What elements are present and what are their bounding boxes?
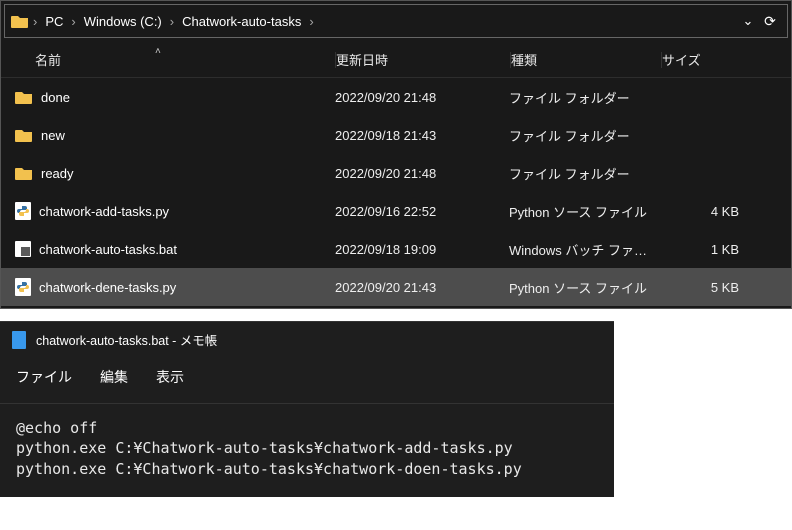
- file-date: 2022/09/20 21:43: [335, 280, 509, 295]
- file-row[interactable]: chatwork-auto-tasks.bat 2022/09/18 19:09W…: [1, 230, 791, 268]
- file-name: chatwork-dene-tasks.py: [39, 280, 176, 295]
- breadcrumb-drive[interactable]: Windows (C:): [80, 12, 166, 31]
- file-date: 2022/09/16 22:52: [335, 204, 509, 219]
- file-row[interactable]: chatwork-add-tasks.py 2022/09/16 22:52Pyt…: [1, 192, 791, 230]
- file-name: new: [41, 128, 65, 143]
- file-name: chatwork-auto-tasks.bat: [39, 242, 177, 257]
- menu-view[interactable]: 表示: [156, 367, 184, 387]
- menu-edit[interactable]: 編集: [100, 367, 128, 387]
- file-type: ファイル フォルダー: [509, 126, 659, 145]
- notepad-text-area[interactable]: @echo off python.exe C:¥Chatwork-auto-ta…: [0, 404, 614, 497]
- chevron-down-icon[interactable]: ⌄: [737, 13, 759, 29]
- batch-file-icon: [15, 241, 31, 257]
- sort-indicator-icon: ˄: [155, 46, 161, 57]
- column-header-name-label: 名前: [35, 53, 61, 68]
- file-date: 2022/09/18 19:09: [335, 242, 509, 257]
- column-header-name[interactable]: 名前 ˄: [15, 50, 335, 69]
- file-type: ファイル フォルダー: [509, 164, 659, 183]
- file-date: 2022/09/20 21:48: [335, 166, 509, 181]
- notepad-menubar: ファイル 編集 表示: [0, 357, 614, 403]
- file-date: 2022/09/18 21:43: [335, 128, 509, 143]
- breadcrumb-separator: ›: [166, 12, 178, 31]
- file-size: 4 KB: [659, 204, 739, 219]
- breadcrumb-separator: ›: [305, 12, 317, 31]
- file-list: 名前 ˄ 更新日時 種類 サイズ done2022/09/20 21:48ファイ…: [1, 44, 791, 308]
- breadcrumb-separator: ›: [67, 12, 79, 31]
- python-file-icon: [15, 202, 31, 220]
- python-file-icon: [15, 278, 31, 296]
- file-type: Windows バッチ ファ…: [509, 240, 659, 259]
- notepad-file-icon: [12, 331, 26, 349]
- file-row[interactable]: new 2022/09/18 21:43ファイル フォルダー: [1, 116, 791, 154]
- column-header-size[interactable]: サイズ: [662, 50, 742, 69]
- file-date: 2022/09/20 21:48: [335, 90, 509, 105]
- breadcrumb-separator: ›: [29, 12, 41, 31]
- column-header-type[interactable]: 種類: [511, 50, 661, 69]
- file-type: Python ソース ファイル: [509, 202, 659, 221]
- file-type: ファイル フォルダー: [509, 88, 659, 107]
- file-name: done: [41, 90, 70, 105]
- folder-icon: [11, 13, 29, 29]
- file-row[interactable]: done 2022/09/20 21:48ファイル フォルダー: [1, 78, 791, 116]
- breadcrumb-folder[interactable]: Chatwork-auto-tasks: [178, 12, 305, 31]
- refresh-icon[interactable]: ⟳: [759, 13, 781, 30]
- column-headers: 名前 ˄ 更新日時 種類 サイズ: [1, 44, 791, 78]
- file-row[interactable]: ready 2022/09/20 21:48ファイル フォルダー: [1, 154, 791, 192]
- file-size: 1 KB: [659, 242, 739, 257]
- notepad-title-text: chatwork-auto-tasks.bat - メモ帳: [36, 330, 217, 349]
- folder-icon: [15, 127, 33, 143]
- notepad-window: chatwork-auto-tasks.bat - メモ帳 ファイル 編集 表示…: [0, 321, 614, 497]
- folder-icon: [15, 89, 33, 105]
- folder-icon: [15, 165, 33, 181]
- file-name: chatwork-add-tasks.py: [39, 204, 169, 219]
- file-row[interactable]: chatwork-dene-tasks.py 2022/09/20 21:43Py…: [1, 268, 791, 306]
- file-explorer-window: › PC › Windows (C:) › Chatwork-auto-task…: [0, 0, 792, 309]
- column-header-date[interactable]: 更新日時: [336, 50, 510, 69]
- breadcrumb-pc[interactable]: PC: [41, 12, 67, 31]
- file-size: 5 KB: [659, 280, 739, 295]
- file-type: Python ソース ファイル: [509, 278, 659, 297]
- menu-file[interactable]: ファイル: [16, 367, 72, 387]
- file-name: ready: [41, 166, 74, 181]
- notepad-titlebar[interactable]: chatwork-auto-tasks.bat - メモ帳: [0, 322, 614, 357]
- address-bar[interactable]: › PC › Windows (C:) › Chatwork-auto-task…: [4, 4, 788, 38]
